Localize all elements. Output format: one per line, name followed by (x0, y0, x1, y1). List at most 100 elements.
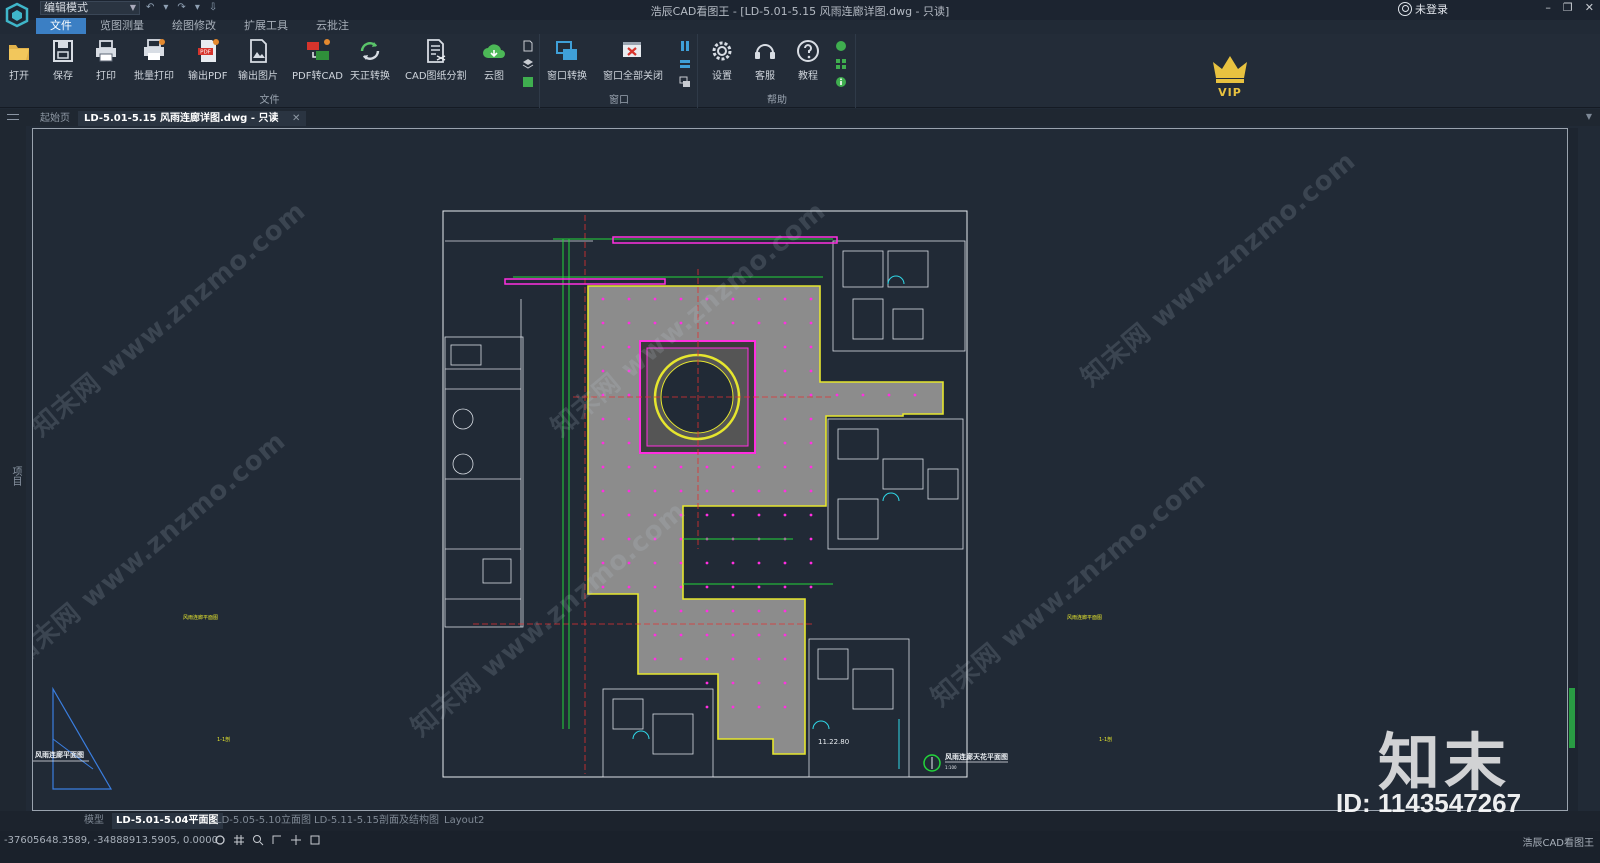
support-button[interactable]: 客服 (752, 38, 778, 82)
cascade-icon[interactable] (679, 76, 691, 88)
floor-dot (783, 393, 787, 397)
pdf-to-cad-label: PDF转CAD (292, 71, 344, 82)
settings-button[interactable]: 设置 (709, 38, 735, 82)
customize-toolbar-icon[interactable]: ⇩ (209, 2, 217, 13)
close-window-button[interactable]: ✕ (1585, 1, 1594, 14)
mode-select[interactable]: 编辑模式 ▼ (40, 1, 140, 15)
fullscreen-icon[interactable] (309, 834, 321, 846)
vertical-scrollbar[interactable] (1568, 128, 1578, 811)
user-icon (1398, 2, 1412, 16)
ribbon-group-window: 窗口转换 窗口全部关闭 窗口 (541, 34, 698, 108)
minimize-button[interactable]: – (1545, 1, 1551, 14)
tab-cloud-annotate[interactable]: 云批注 (302, 18, 363, 34)
page-icon[interactable] (522, 40, 534, 52)
print-button[interactable]: 打印 (93, 38, 119, 82)
undo-icon[interactable]: ↶ (146, 2, 154, 13)
redo-dropdown-icon[interactable]: ▾ (195, 2, 200, 13)
brand-id: ID: 1143547267 (1336, 788, 1522, 818)
login-button[interactable]: 未登录 (1398, 1, 1448, 17)
maximize-button[interactable]: ❐ (1563, 1, 1573, 14)
batch-print-label: 批量打印 (134, 71, 174, 82)
floor-dot (679, 561, 683, 565)
close-all-label: 窗口全部关闭 (603, 71, 663, 82)
tangent-convert-button[interactable]: 天正转换 (350, 38, 390, 82)
window-switch-icon (556, 41, 577, 60)
pdf-to-cad-button[interactable]: PDF转CAD (292, 38, 343, 82)
tab-extend-tools[interactable]: 扩展工具 (230, 18, 302, 34)
export-pdf-label: 输出PDF (188, 71, 228, 82)
ribbon-group-window-label: 窗口 (609, 95, 629, 106)
tutorial-label: 教程 (798, 71, 818, 82)
tab-active-drawing[interactable]: LD-5.01-5.15 风雨连廊详图.dwg - 只读 ✕ (78, 111, 307, 126)
grid-green-icon[interactable] (835, 58, 847, 70)
floor-dot (601, 465, 605, 469)
floor-dot (653, 609, 657, 613)
gear-icon (712, 41, 732, 61)
floor-dot (783, 657, 787, 661)
tab-draw-edit[interactable]: 绘图修改 (158, 18, 230, 34)
save-button[interactable]: 保存 (50, 38, 76, 82)
close-all-windows-button[interactable]: 窗口全部关闭 (603, 38, 663, 82)
scroll-thumb[interactable] (1569, 688, 1575, 748)
headset-icon (755, 44, 775, 59)
sidebar-toggle-icon[interactable] (7, 114, 19, 120)
tab-scroll-icon[interactable]: ▼ (1586, 112, 1592, 121)
right-section-label: 1-1剖 (1099, 736, 1112, 743)
floor-dot (757, 585, 761, 589)
ribbon-group-help: 设置 客服 教程 帮助 (699, 34, 856, 108)
floor-dot (809, 585, 813, 589)
floor-dot (653, 489, 657, 493)
snap-icon[interactable] (290, 834, 302, 846)
grid-icon[interactable] (233, 834, 245, 846)
center-level-label: 11.22.80 (818, 738, 849, 746)
open-button[interactable]: 打开 (6, 38, 32, 82)
floor-dot (731, 465, 735, 469)
export-pdf-button[interactable]: PDF 输出PDF (188, 38, 227, 82)
info-icon[interactable] (835, 76, 847, 88)
floor-dot (783, 561, 787, 565)
export-image-button[interactable]: 输出图片 (238, 38, 278, 82)
layout-tab-plan[interactable]: LD-5.01-5.04平面图 (112, 813, 223, 829)
floor-dot (731, 585, 735, 589)
drawing-viewport[interactable]: 风雨连廊平面图 风雨连廊平面图 1-1剖 1-1剖 风雨连廊平面图 风雨连廊天花… (32, 128, 1568, 811)
split-drawing-button[interactable]: CAD图纸分割 (405, 38, 467, 82)
layout-tab-model[interactable]: 模型 (80, 813, 108, 829)
tab-view-measure[interactable]: 览图测量 (86, 18, 158, 34)
layout-tab-elevation[interactable]: LD-5.05-5.10立面图 (212, 813, 315, 829)
cloud-button[interactable]: 云图 (481, 38, 507, 82)
project-panel-tab[interactable]: 项目 (8, 466, 23, 486)
tile-vertical-icon[interactable] (679, 40, 691, 52)
vip-badge[interactable]: VIP (1210, 52, 1250, 99)
batch-print-icon (144, 39, 165, 60)
ortho-icon[interactable] (271, 834, 283, 846)
tab-file[interactable]: 文件 (36, 18, 86, 34)
batch-print-button[interactable]: 批量打印 (134, 38, 174, 82)
rotate-icon[interactable] (214, 834, 226, 846)
floor-dot (757, 561, 761, 565)
zoom-green-icon[interactable] (835, 40, 847, 52)
floor-dot (627, 369, 631, 373)
layout-tab-section[interactable]: LD-5.11-5.15剖面及结构图 (310, 813, 443, 829)
close-tab-icon[interactable]: ✕ (292, 113, 300, 124)
green-share-icon[interactable] (522, 76, 534, 88)
question-icon (797, 40, 819, 62)
floor-dot (601, 441, 605, 445)
floor-dot (705, 657, 709, 661)
floor-dot (601, 585, 605, 589)
floor-dot (601, 369, 605, 373)
undo-dropdown-icon[interactable]: ▾ (163, 2, 168, 13)
layout-tab-layout2[interactable]: Layout2 (440, 813, 488, 829)
left-plan-title: 风雨连廊平面图 (35, 750, 84, 759)
tab-start-page[interactable]: 起始页 (34, 111, 76, 126)
floor-dot (601, 561, 605, 565)
floor-dot (653, 585, 657, 589)
floor-dot (809, 345, 813, 349)
tutorial-button[interactable]: 教程 (795, 38, 821, 82)
window-switch-button[interactable]: 窗口转换 (547, 38, 587, 82)
zoom-icon[interactable] (252, 834, 264, 846)
layers-icon[interactable] (522, 58, 534, 70)
floor-dot (757, 681, 761, 685)
crown-icon (1213, 56, 1247, 83)
redo-icon[interactable]: ↷ (177, 2, 185, 13)
tile-horizontal-icon[interactable] (679, 58, 691, 70)
